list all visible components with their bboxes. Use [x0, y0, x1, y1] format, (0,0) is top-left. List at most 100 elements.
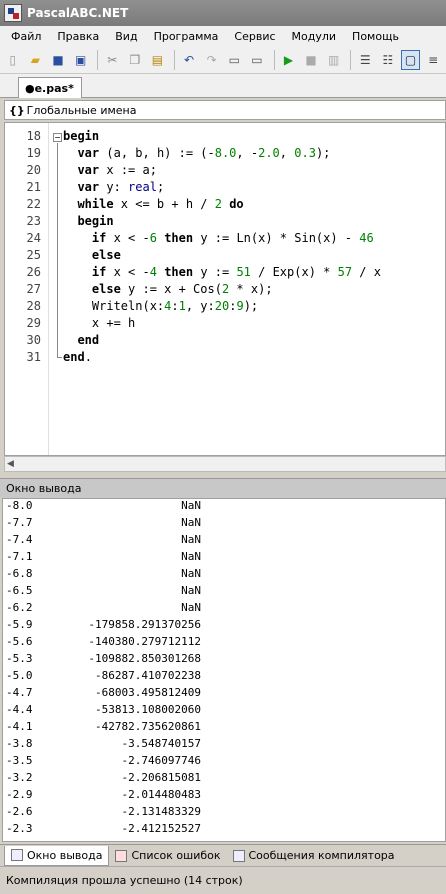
output-y: -3.548740157: [121, 737, 201, 750]
new-file-icon[interactable]: ▯: [3, 50, 23, 70]
output-row: -2.6 -2.131483329: [3, 805, 445, 822]
open-file-icon[interactable]: ▰: [26, 50, 46, 70]
save-icon[interactable]: ■: [48, 50, 68, 70]
tab-e-pas[interactable]: ●e.pas*: [18, 77, 82, 98]
output-y: NaN: [181, 601, 201, 614]
save-all-icon[interactable]: ▣: [71, 50, 91, 70]
output-row: -2.3 -2.412152527: [3, 822, 445, 839]
toolbar: ▯ ▰ ■ ▣ ✂ ❐ ▤ ↶ ↷ ▭ ▭ ▶ ■ ▥ ☰ ☷ ▢ ≡: [0, 46, 446, 74]
menu-program[interactable]: Программа: [146, 30, 227, 43]
line-number: 31: [26, 350, 41, 364]
list-icon[interactable]: ☷: [378, 50, 398, 70]
menu-view[interactable]: Вид: [107, 30, 145, 43]
output-x: -5.0: [6, 669, 33, 682]
undo-icon[interactable]: ↶: [179, 50, 199, 70]
code-line: var y: real;: [63, 180, 164, 194]
title-bar: PascalABC.NET: [0, 0, 446, 26]
output-x: -3.5: [6, 754, 33, 767]
output-row: -2.0-2.653643621: [3, 839, 445, 841]
output-panel: -8.0 NaN -7.7 NaN -7.4 NaN -7.1 NaN -6.8 NaN -6.5 N…: [2, 498, 446, 842]
menu-help[interactable]: Помощь: [344, 30, 407, 43]
replace-icon[interactable]: ▭: [247, 50, 267, 70]
code-token: x < -: [106, 231, 150, 245]
bottom-tabs: Окно вывода Список ошибок Сообщения комп…: [0, 844, 446, 866]
code-token: x <= b + h /: [113, 197, 215, 211]
output-row: -3.5 -2.746097746: [3, 754, 445, 771]
compiler-messages-icon: [232, 849, 245, 862]
watch-icon[interactable]: ☰: [355, 50, 375, 70]
toolbar-separator: [273, 49, 275, 70]
output-x: -2.9: [6, 788, 33, 801]
code-token: 4: [149, 265, 157, 279]
tab-output-window[interactable]: Окно вывода: [4, 845, 110, 866]
output-x: -4.4: [6, 703, 33, 716]
status-bar: Компиляция прошла успешно (14 строк): [0, 866, 446, 894]
code-editor[interactable]: 18 19 20 21 22 23 24 25 26 27 28 29 30 31 − begin var…: [4, 122, 446, 456]
output-row: -5.3 -109882.850301268: [3, 652, 445, 669]
line-number: 29: [26, 316, 41, 330]
output-window-icon[interactable]: ▢: [400, 49, 421, 70]
code-token: x += h: [63, 316, 136, 330]
line-number: 25: [26, 248, 41, 262]
code-token: ,: [279, 146, 295, 160]
tab-error-list[interactable]: Список ошибок: [109, 846, 226, 866]
error-list-icon: [115, 849, 128, 862]
code-line: var x := a;: [63, 163, 156, 177]
output-y: -2.412152527: [121, 822, 201, 835]
code-token: y := x + Cos(: [120, 282, 222, 296]
menu-modules[interactable]: Модули: [284, 30, 345, 43]
output-y: NaN: [181, 550, 201, 563]
output-window-icon: [11, 849, 23, 861]
line-number: 22: [26, 197, 41, 211]
code-line: if x < -4 then y := 51 / Exp(x) * 57 / x: [63, 265, 381, 279]
cut-icon[interactable]: ✂: [102, 50, 122, 70]
code-token: );: [243, 299, 259, 313]
code-token: 9: [236, 299, 244, 313]
debug-step-icon[interactable]: ▥: [324, 50, 344, 70]
output-row: -5.6 -140380.279712112: [3, 635, 445, 652]
code-token: else: [91, 248, 121, 262]
code-line: begin: [63, 214, 113, 228]
copy-icon[interactable]: ❐: [125, 50, 145, 70]
line-number: 27: [26, 282, 41, 296]
format-icon[interactable]: ≡: [423, 50, 443, 70]
menu-service[interactable]: Сервис: [226, 30, 283, 43]
output-y: -86287.410702238: [95, 669, 201, 682]
output-y: -2.206815081: [121, 771, 201, 784]
code-line: while x <= b + h / 2 do: [63, 197, 244, 211]
output-x: -2.0: [3, 839, 49, 841]
code-token: var: [77, 146, 100, 160]
tab-compiler-messages[interactable]: Сообщения компилятора: [227, 846, 401, 866]
output-row: -4.7 -68003.495812409: [3, 686, 445, 703]
code-token: end: [77, 333, 100, 347]
stop-icon[interactable]: ■: [301, 50, 321, 70]
code-line: if x < -6 then y := Ln(x) * Sin(x) - 46: [63, 231, 374, 245]
code-token: end: [63, 350, 85, 364]
line-number: 24: [26, 231, 41, 245]
output-x: -6.5: [6, 584, 33, 597]
menu-file[interactable]: Файл: [3, 30, 49, 43]
scope-label: Глобальные имена: [26, 103, 137, 117]
scope-dropdown[interactable]: {} Глобальные имена: [4, 100, 446, 120]
horizontal-scrollbar[interactable]: ◀: [4, 456, 446, 472]
code-token: 6: [149, 231, 157, 245]
output-y: -2.131483329: [121, 805, 201, 818]
find-icon[interactable]: ▭: [224, 50, 244, 70]
run-icon[interactable]: ▶: [279, 50, 299, 70]
output-y: NaN: [181, 584, 201, 597]
output-row: -7.1 NaN: [3, 550, 445, 567]
redo-icon[interactable]: ↷: [202, 50, 222, 70]
menu-edit[interactable]: Правка: [49, 30, 107, 43]
code-token: do: [229, 197, 244, 211]
paste-icon[interactable]: ▤: [148, 50, 168, 70]
scroll-left-icon[interactable]: ◀: [7, 459, 17, 469]
output-row: -6.8 NaN: [3, 567, 445, 584]
fold-collapse-icon[interactable]: −: [53, 133, 62, 142]
code-token: 8.0: [214, 146, 237, 160]
line-number: 19: [26, 146, 41, 160]
code-token: );: [315, 146, 331, 160]
